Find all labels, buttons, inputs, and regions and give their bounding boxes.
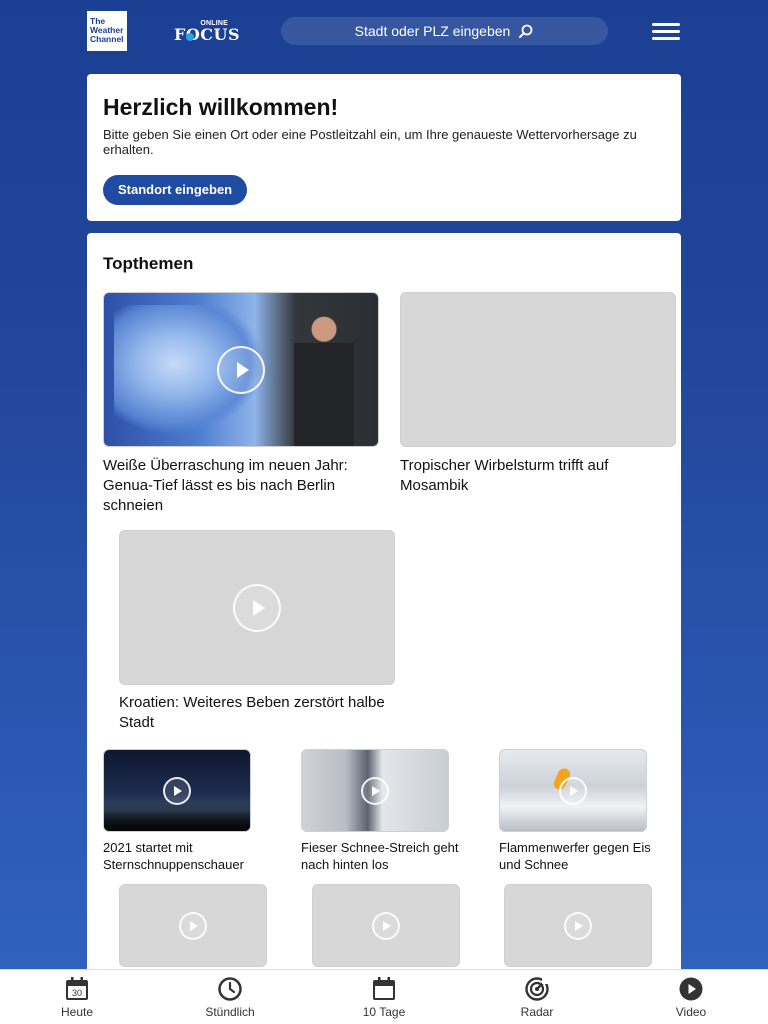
topthemen-heading: Topthemen: [103, 254, 194, 273]
search-placeholder: Stadt oder PLZ eingeben: [354, 23, 511, 39]
focus-word: FOCUS: [174, 25, 241, 44]
video-thumbnail[interactable]: [103, 292, 379, 447]
video-thumbnail[interactable]: [499, 749, 647, 832]
weather-channel-logo[interactable]: The Weather Channel: [87, 11, 127, 51]
welcome-text: Bitte geben Sie einen Ort oder eine Post…: [103, 127, 637, 157]
welcome-card: Herzlich willkommen! Bitte geben Sie ein…: [87, 74, 681, 221]
search-input[interactable]: Stadt oder PLZ eingeben: [281, 17, 608, 45]
calendar-icon: [373, 977, 395, 1000]
play-icon: [559, 776, 587, 805]
article-thumbnail[interactable]: [400, 292, 676, 447]
video-thumbnail[interactable]: [504, 884, 652, 967]
clock-icon: [218, 977, 242, 1001]
play-icon: [372, 911, 400, 940]
nav-label: Radar: [520, 1005, 554, 1019]
article-title[interactable]: Fieser Schnee-Streich geht nach hinten l…: [301, 839, 471, 873]
topthemen-card: Topthemen Weiße Überraschung im neuen Ja…: [87, 233, 681, 1024]
play-circle-icon: [679, 977, 703, 1001]
nav-label: Heute: [60, 1005, 94, 1019]
calendar-30-icon: 30: [66, 977, 88, 1000]
nav-item-video[interactable]: Video: [646, 976, 736, 1019]
play-icon: [564, 911, 592, 940]
video-thumbnail[interactable]: [119, 884, 267, 967]
play-icon: [163, 776, 191, 805]
menu-bar: [652, 37, 680, 40]
article-title[interactable]: Flammenwerfer gegen Eis und Schnee: [499, 839, 669, 873]
welcome-title: Herzlich willkommen!: [103, 94, 339, 120]
focus-logo-dot: [186, 33, 194, 41]
calendar-day: 30: [72, 988, 82, 998]
hamburger-menu-icon[interactable]: [652, 23, 680, 41]
video-thumbnail[interactable]: [119, 530, 395, 685]
tree-silhouette-image: [104, 801, 250, 831]
nav-item-radar[interactable]: Radar: [492, 976, 582, 1019]
nav-item-10-tage[interactable]: 10 Tage: [339, 976, 429, 1019]
enter-location-button[interactable]: Standort eingeben: [103, 175, 248, 205]
nav-item-stuendlich[interactable]: Stündlich: [185, 976, 275, 1019]
logo-line-3: Channel: [90, 34, 124, 44]
nav-label: Stündlich: [205, 1005, 255, 1019]
search-icon: [519, 24, 533, 38]
article-title[interactable]: Tropischer Wirbelsturm trifft auf Mosamb…: [400, 456, 672, 496]
nav-label: Video: [675, 1005, 707, 1019]
radar-icon: [525, 976, 550, 1001]
video-thumbnail[interactable]: [103, 749, 251, 832]
nav-item-heute[interactable]: 30 Heute: [32, 976, 122, 1019]
nav-label: 10 Tage: [362, 1005, 406, 1019]
play-icon: [179, 911, 207, 940]
play-icon: [233, 583, 281, 632]
video-thumbnail[interactable]: [301, 749, 449, 832]
video-thumbnail[interactable]: [312, 884, 460, 967]
play-icon: [361, 776, 389, 805]
article-title[interactable]: 2021 startet mit Sternschnuppenschauer: [103, 839, 273, 873]
bottom-navigation: 30 Heute Stündlich 10 Tage Radar Video: [0, 969, 768, 1024]
presenter-image: [294, 313, 354, 446]
article-title[interactable]: Kroatien: Weiteres Beben zerstört halbe …: [119, 693, 391, 733]
menu-bar: [652, 30, 680, 33]
article-title[interactable]: Weiße Überraschung im neuen Jahr: Genua-…: [103, 456, 375, 516]
top-header: The Weather Channel ONLINE FOCUS Stadt o…: [0, 0, 768, 62]
focus-online-logo[interactable]: ONLINE FOCUS: [172, 20, 240, 44]
menu-bar: [652, 23, 680, 26]
play-icon: [217, 345, 265, 394]
